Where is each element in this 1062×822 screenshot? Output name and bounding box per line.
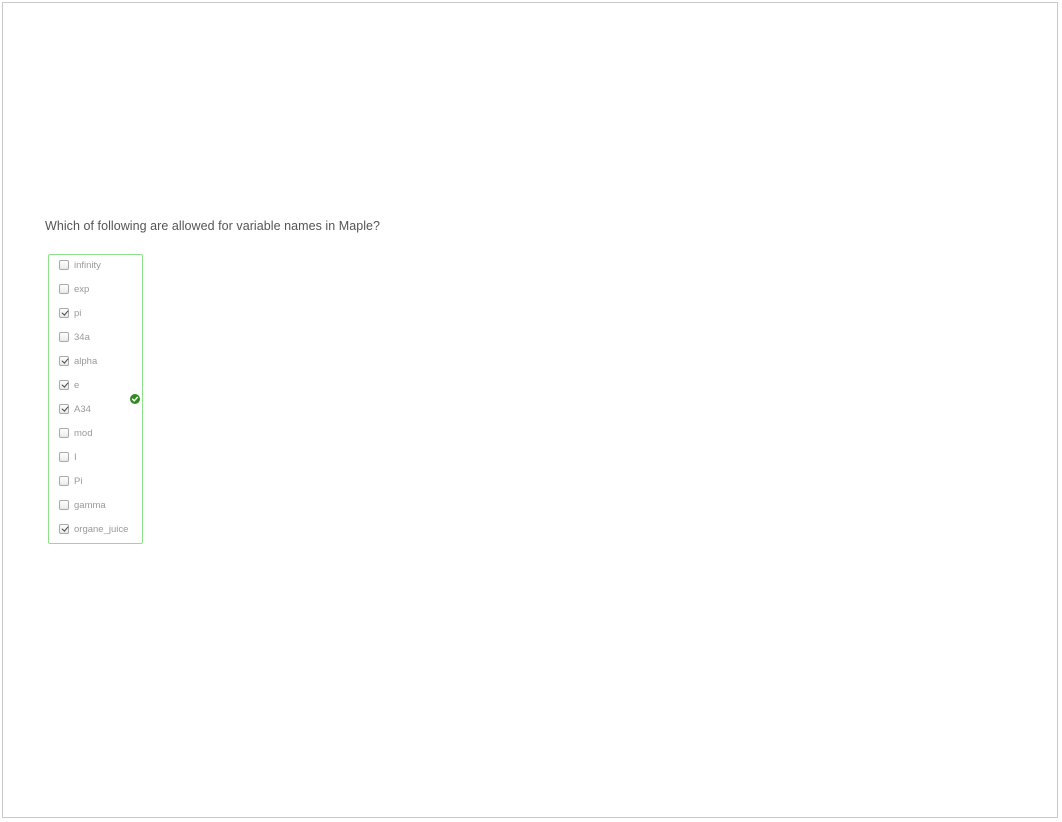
option-i[interactable]: I bbox=[59, 450, 77, 464]
option-pi-capital[interactable]: Pi bbox=[59, 474, 82, 488]
option-e[interactable]: e bbox=[59, 378, 79, 392]
option-label: alpha bbox=[74, 355, 98, 367]
option-label: 34a bbox=[74, 331, 90, 343]
checkbox[interactable] bbox=[59, 380, 69, 390]
option-organe-juice[interactable]: organe_juice bbox=[59, 522, 128, 536]
option-label: e bbox=[74, 379, 80, 391]
option-exp[interactable]: exp bbox=[59, 282, 89, 296]
option-label: infinity bbox=[74, 259, 101, 271]
checkbox[interactable] bbox=[59, 308, 69, 318]
option-gamma[interactable]: gamma bbox=[59, 498, 106, 512]
option-infinity[interactable]: infinity bbox=[59, 258, 101, 272]
option-a34[interactable]: A34 bbox=[59, 402, 91, 416]
checkbox[interactable] bbox=[59, 260, 69, 270]
answer-options-box: infinity exp pi 34a alpha e A34 mod I Pi… bbox=[48, 254, 143, 544]
option-label: mod bbox=[74, 427, 93, 439]
option-mod[interactable]: mod bbox=[59, 426, 92, 440]
checkbox[interactable] bbox=[59, 356, 69, 366]
checkmark-circle-icon bbox=[130, 394, 140, 404]
option-label: A34 bbox=[74, 403, 91, 415]
option-alpha[interactable]: alpha bbox=[59, 354, 97, 368]
checkbox[interactable] bbox=[59, 428, 69, 438]
question-text: Which of following are allowed for varia… bbox=[45, 219, 381, 233]
checkbox[interactable] bbox=[59, 284, 69, 294]
checkbox[interactable] bbox=[59, 332, 69, 342]
option-34a[interactable]: 34a bbox=[59, 330, 90, 344]
page-frame: Which of following are allowed for varia… bbox=[2, 2, 1058, 818]
checkbox[interactable] bbox=[59, 452, 69, 462]
option-pi[interactable]: pi bbox=[59, 306, 81, 320]
option-label: exp bbox=[74, 283, 90, 295]
option-label: organe_juice bbox=[74, 523, 129, 535]
checkbox[interactable] bbox=[59, 524, 69, 534]
option-label: pi bbox=[74, 307, 82, 319]
checkbox[interactable] bbox=[59, 500, 69, 510]
option-label: Pi bbox=[74, 475, 83, 487]
checkbox[interactable] bbox=[59, 476, 69, 486]
option-label: I bbox=[74, 451, 77, 463]
option-label: gamma bbox=[74, 499, 106, 511]
checkbox[interactable] bbox=[59, 404, 69, 414]
